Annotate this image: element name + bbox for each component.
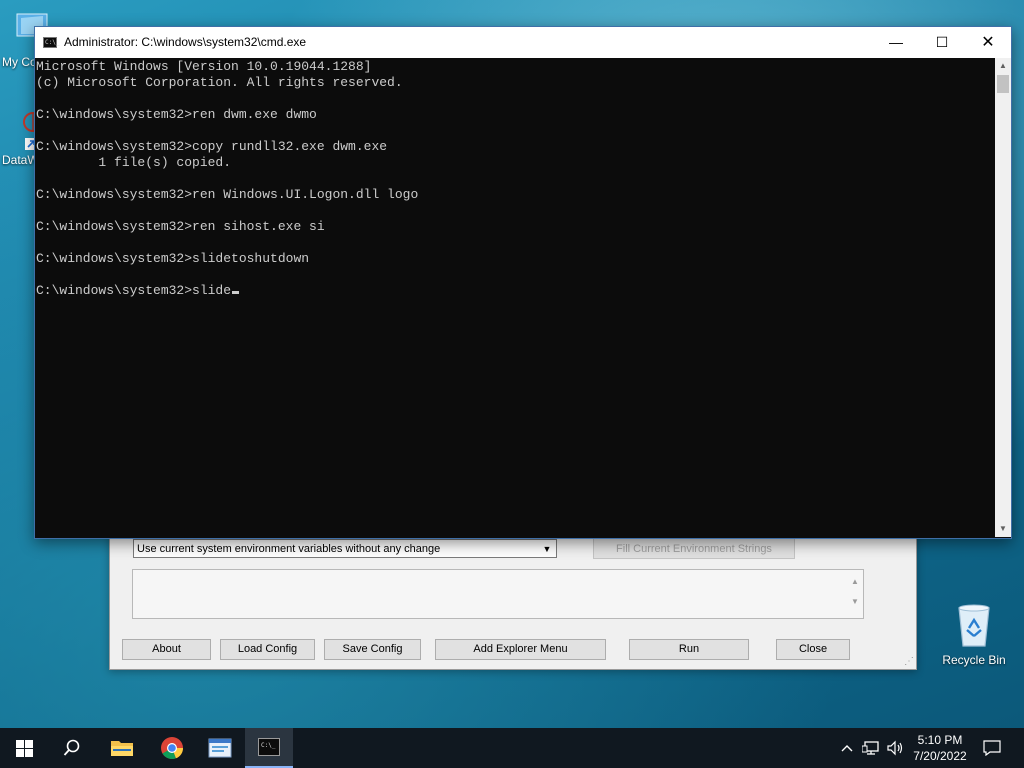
terminal-icon: C:\_ <box>43 37 60 48</box>
run-button[interactable]: Run <box>629 639 749 660</box>
console-output[interactable]: Microsoft Windows [Version 10.0.19044.12… <box>35 58 995 536</box>
resize-grip-icon[interactable]: ⋰ <box>904 656 914 667</box>
title-bar[interactable]: C:\_ Administrator: C:\windows\system32\… <box>35 27 1011 58</box>
taskbar-chrome[interactable] <box>148 728 196 768</box>
scroll-up-icon[interactable]: ▲ <box>995 58 1011 74</box>
console-line: (c) Microsoft Corporation. All rights re… <box>36 75 403 90</box>
console-line: C:\windows\system32>ren dwm.exe dwmo <box>36 107 317 122</box>
volume-icon <box>887 740 903 756</box>
close-button[interactable]: Close <box>776 639 850 660</box>
vertical-scrollbar[interactable]: ▲ ▼ <box>995 58 1011 537</box>
environment-strings-textarea[interactable]: ▲ ▼ <box>132 569 864 619</box>
start-button[interactable] <box>0 728 48 768</box>
windows-logo-icon <box>15 739 33 757</box>
chevron-down-icon[interactable]: ▼ <box>540 540 554 559</box>
environment-launcher-window: Use current system environment variables… <box>109 520 917 670</box>
taskbar-file-explorer[interactable] <box>98 728 146 768</box>
fill-environment-strings-button[interactable]: Fill Current Environment Strings <box>593 538 795 559</box>
notification-icon <box>983 740 1001 756</box>
recycle-bin-icon <box>958 604 990 647</box>
search-icon <box>63 739 80 756</box>
console-line: C:\windows\system32>ren Windows.UI.Logon… <box>36 187 419 202</box>
environment-select-value: Use current system environment variables… <box>137 543 441 555</box>
search-button[interactable] <box>48 728 96 768</box>
text-cursor <box>232 291 240 294</box>
scrollbar-thumb[interactable] <box>997 75 1009 93</box>
scroll-down-icon[interactable]: ▼ <box>995 521 1011 537</box>
window-title: Administrator: C:\windows\system32\cmd.e… <box>64 35 307 49</box>
textarea-scrollbar[interactable]: ▲ ▼ <box>850 572 860 612</box>
maximize-icon[interactable]: ☐ <box>919 27 965 58</box>
add-explorer-menu-button[interactable]: Add Explorer Menu <box>435 639 606 660</box>
clock-date: 7/20/2022 <box>913 749 967 763</box>
taskbar-app-window[interactable] <box>196 728 244 768</box>
taskbar-cmd[interactable]: C:\_ <box>245 728 293 768</box>
terminal-icon: C:\_ <box>258 738 280 756</box>
console-line: C:\windows\system32>ren sihost.exe si <box>36 219 325 234</box>
console-line: 1 file(s) copied. <box>36 155 232 170</box>
console-line: C:\windows\system32>slidetoshutdown <box>36 251 310 266</box>
minimize-icon[interactable]: — <box>873 27 919 58</box>
show-hidden-icons-button[interactable] <box>838 728 856 768</box>
about-button[interactable]: About <box>122 639 211 660</box>
desktop-icon-recycle-bin[interactable]: Recycle Bin <box>938 600 1010 667</box>
chrome-icon <box>161 737 184 760</box>
taskbar: C:\_ 5:10 PM 7/20/2022 <box>0 728 1024 768</box>
console-line: Microsoft Windows [Version 10.0.19044.12… <box>36 59 372 74</box>
folder-icon <box>111 741 133 756</box>
console-input-line[interactable]: C:\windows\system32>slide <box>36 283 995 299</box>
desktop-icon-label: Recycle Bin <box>942 653 1006 667</box>
app-window-icon <box>208 738 232 758</box>
console-prompt-input: C:\windows\system32>slide <box>36 283 232 298</box>
network-button[interactable] <box>860 728 882 768</box>
close-icon[interactable]: ✕ <box>965 27 1011 58</box>
clock-time: 5:10 PM <box>917 733 963 747</box>
svg-text:C:\_: C:\_ <box>261 742 276 749</box>
network-icon <box>862 741 879 755</box>
volume-button[interactable] <box>884 728 906 768</box>
console-line: C:\windows\system32>copy rundll32.exe dw… <box>36 139 388 154</box>
taskbar-clock[interactable]: 5:10 PM 7/20/2022 <box>906 732 974 764</box>
save-config-button[interactable]: Save Config <box>324 639 421 660</box>
notification-center-button[interactable] <box>978 728 1006 768</box>
environment-select[interactable]: Use current system environment variables… <box>133 539 557 558</box>
load-config-button[interactable]: Load Config <box>220 639 315 660</box>
chevron-up-icon <box>841 745 853 752</box>
cmd-window[interactable]: C:\_ Administrator: C:\windows\system32\… <box>34 26 1012 539</box>
